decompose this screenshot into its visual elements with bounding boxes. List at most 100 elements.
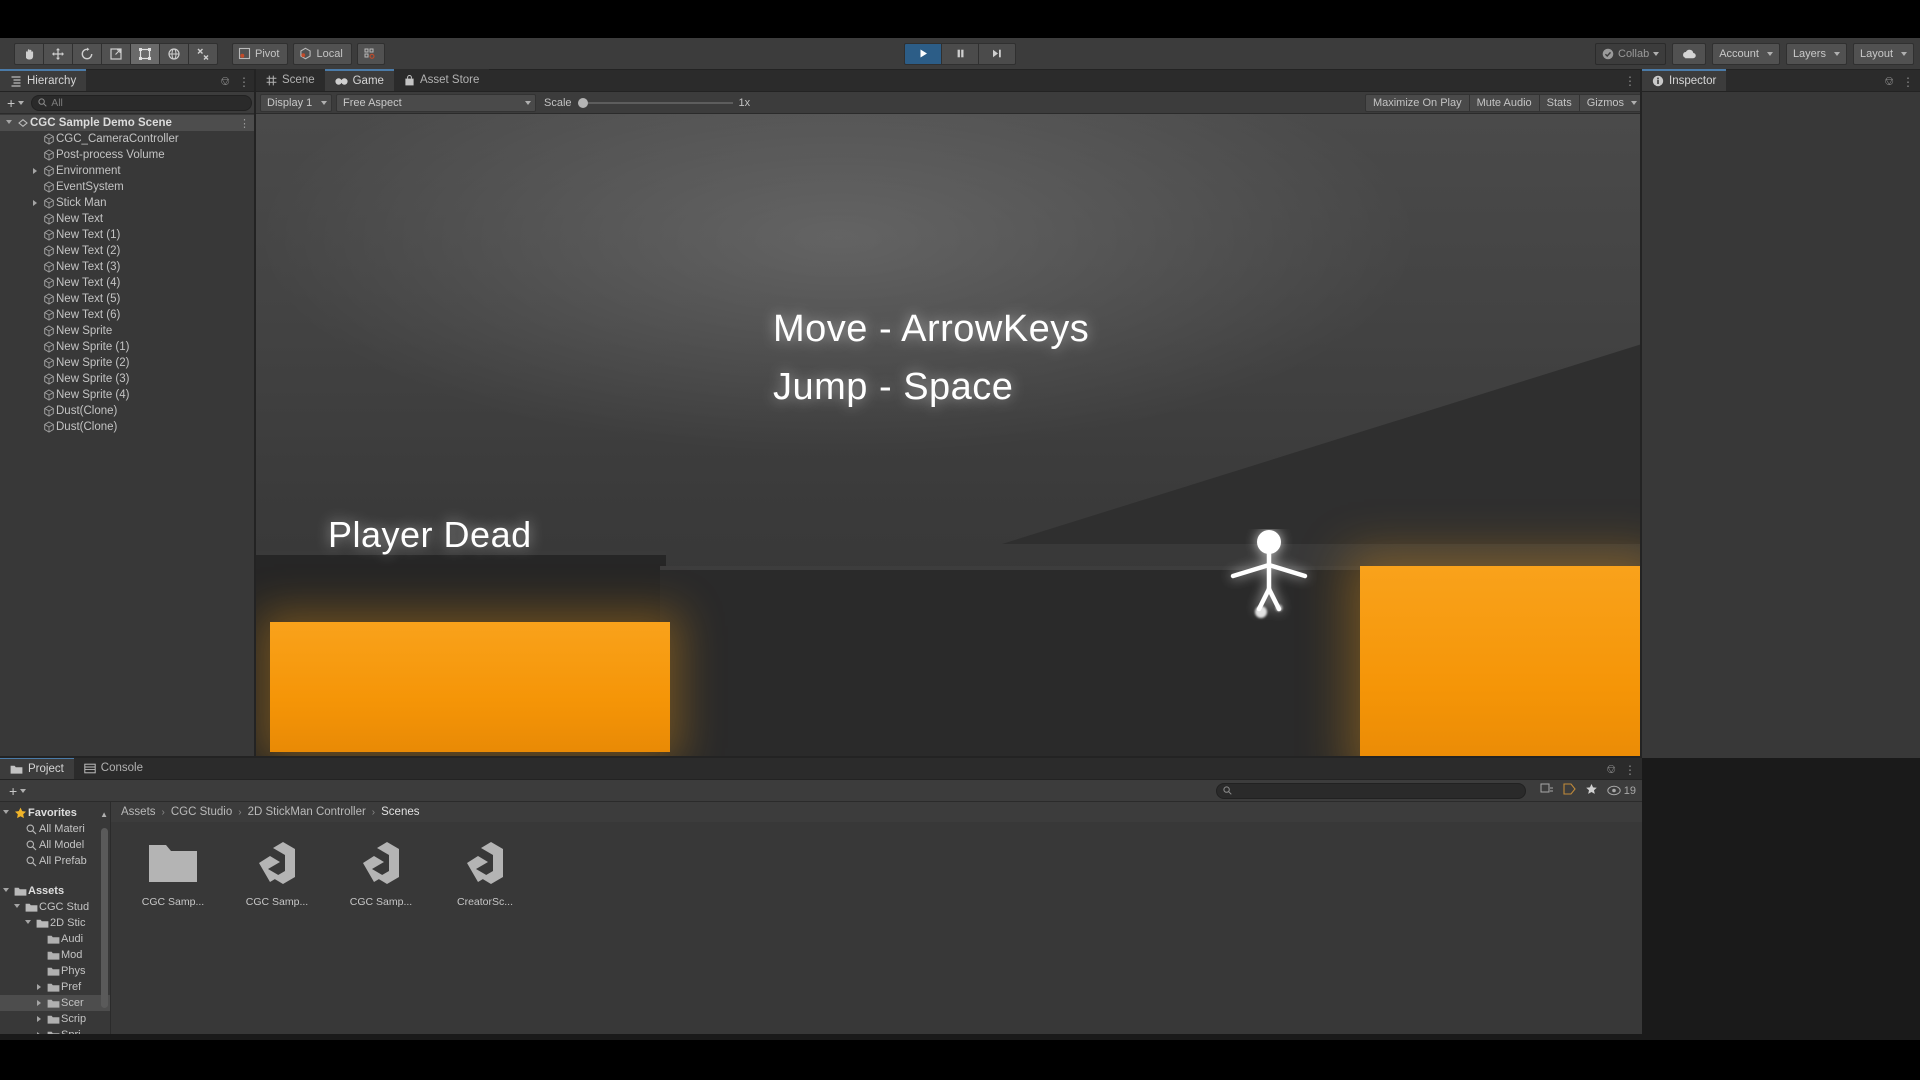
gizmos-dropdown[interactable]: Gizmos: [1578, 93, 1642, 112]
tab-hierarchy[interactable]: Hierarchy: [0, 69, 87, 91]
rect-tool-button[interactable]: [130, 42, 160, 65]
kebab-menu-icon[interactable]: ⋮: [1624, 763, 1636, 777]
expander[interactable]: [2, 119, 15, 127]
rotate-tool-button[interactable]: [72, 42, 102, 65]
scale-tool-button[interactable]: [101, 42, 131, 65]
mute-audio-toggle[interactable]: Mute Audio: [1468, 93, 1540, 112]
lock-icon[interactable]: ⎊: [1884, 74, 1894, 89]
hierarchy-item[interactable]: New Sprite (4): [0, 387, 256, 403]
transform-tool-button[interactable]: [159, 42, 189, 65]
tab-project[interactable]: Project: [0, 757, 74, 779]
kebab-menu-icon[interactable]: ⋮: [1624, 74, 1636, 88]
expander[interactable]: [22, 919, 34, 927]
kebab-menu-icon[interactable]: ⋮: [239, 117, 250, 130]
breadcrumb-item[interactable]: Assets: [121, 806, 156, 818]
breadcrumb-item[interactable]: Scenes: [381, 806, 419, 818]
hierarchy-item[interactable]: EventSystem: [0, 179, 256, 195]
tab-scene[interactable]: Scene: [256, 69, 325, 91]
hierarchy-item[interactable]: New Sprite (1): [0, 339, 256, 355]
move-tool-button[interactable]: [43, 42, 73, 65]
hierarchy-search-input[interactable]: All: [31, 94, 252, 111]
maximize-on-play-toggle[interactable]: Maximize On Play: [1364, 93, 1470, 112]
project-tree-item[interactable]: Scrip: [0, 1011, 110, 1027]
project-tree-item[interactable]: [0, 869, 110, 883]
step-button[interactable]: [978, 42, 1016, 65]
pivot-rotation-button[interactable]: Local: [293, 42, 352, 65]
project-tree-item[interactable]: Scer: [0, 995, 110, 1011]
lock-icon[interactable]: ⎊: [220, 74, 230, 89]
breadcrumb-item[interactable]: 2D StickMan Controller: [248, 806, 366, 818]
tree-scrollbar[interactable]: [101, 828, 108, 1008]
layout-menu-button[interactable]: Layout: [1852, 42, 1914, 65]
tab-asset-store[interactable]: Asset Store: [393, 69, 490, 91]
breadcrumb[interactable]: Assets › CGC Studio › 2D StickMan Controller…: [111, 802, 1642, 822]
hierarchy-item[interactable]: Post-process Volume: [0, 147, 256, 163]
expander[interactable]: [33, 984, 45, 990]
asset-item[interactable]: CGC Samp...: [343, 836, 419, 908]
project-tree-item[interactable]: All Prefab: [0, 853, 110, 869]
display-dropdown[interactable]: Display 1: [260, 93, 332, 112]
hierarchy-item[interactable]: New Sprite (2): [0, 355, 256, 371]
tab-console[interactable]: Console: [73, 757, 153, 779]
project-tree-item[interactable]: Audi: [0, 931, 110, 947]
kebab-menu-icon[interactable]: ⋮: [238, 75, 250, 89]
project-search-input[interactable]: [1215, 782, 1526, 799]
hierarchy-item[interactable]: Environment: [0, 163, 256, 179]
layers-menu-button[interactable]: Layers: [1785, 42, 1847, 65]
hierarchy-item[interactable]: New Text: [0, 211, 256, 227]
project-tree-item[interactable]: All Materi: [0, 821, 110, 837]
play-button[interactable]: [904, 42, 942, 65]
hierarchy-item[interactable]: CGC_CameraController: [0, 131, 256, 147]
account-menu-button[interactable]: Account: [1712, 42, 1780, 65]
expander[interactable]: [0, 887, 12, 895]
project-tree-item[interactable]: Favorites: [0, 805, 110, 821]
scale-slider-knob[interactable]: [577, 97, 588, 108]
asset-item[interactable]: CGC Samp...: [239, 836, 315, 908]
expander[interactable]: [33, 1000, 45, 1006]
scale-slider[interactable]: [577, 97, 733, 108]
hierarchy-item[interactable]: CGC Sample Demo Scene ⋮: [0, 115, 256, 131]
create-asset-button[interactable]: +: [6, 783, 29, 799]
project-tree-item[interactable]: Pref: [0, 979, 110, 995]
hierarchy-item[interactable]: New Text (1): [0, 227, 256, 243]
breadcrumb-item[interactable]: CGC Studio: [171, 806, 232, 818]
divider-game-project[interactable]: [0, 756, 1642, 758]
hierarchy-item[interactable]: New Text (2): [0, 243, 256, 259]
cloud-services-button[interactable]: [1672, 42, 1707, 65]
lock-icon[interactable]: ⎊: [1606, 762, 1616, 777]
hierarchy-item[interactable]: New Text (6): [0, 307, 256, 323]
hierarchy-item[interactable]: Stick Man: [0, 195, 256, 211]
hierarchy-item[interactable]: New Text (3): [0, 259, 256, 275]
asset-grid[interactable]: CGC Samp... CGC Samp... CGC Samp... Creator…: [111, 822, 1642, 1040]
asset-item[interactable]: CreatorSc...: [447, 836, 523, 908]
stats-toggle[interactable]: Stats: [1538, 93, 1580, 112]
project-tree-item[interactable]: 2D Stic: [0, 915, 110, 931]
expander[interactable]: [28, 200, 41, 206]
project-tree-item[interactable]: Mod: [0, 947, 110, 963]
filter-by-label-icon[interactable]: [1563, 783, 1576, 798]
aspect-dropdown[interactable]: Free Aspect: [336, 93, 536, 112]
hierarchy-item[interactable]: New Text (5): [0, 291, 256, 307]
project-tree-item[interactable]: CGC Stud: [0, 899, 110, 915]
pivot-mode-button[interactable]: Pivot: [232, 42, 289, 65]
divider-hierarchy-game[interactable]: [254, 70, 256, 758]
custom-editor-tool-button[interactable]: [188, 42, 218, 65]
hierarchy-list[interactable]: CGC Sample Demo Scene ⋮ CGC_CameraControll…: [0, 114, 256, 780]
hierarchy-item[interactable]: Dust(Clone): [0, 403, 256, 419]
hierarchy-item[interactable]: New Sprite (3): [0, 371, 256, 387]
expander[interactable]: [33, 1016, 45, 1022]
project-tree-item[interactable]: Phys: [0, 963, 110, 979]
hierarchy-item[interactable]: New Sprite: [0, 323, 256, 339]
expander[interactable]: [28, 168, 41, 174]
game-render-canvas[interactable]: Move - ArrowKeys Jump - Space Player Dea…: [256, 114, 1642, 780]
favorite-star-icon[interactable]: [1585, 783, 1598, 798]
collab-button[interactable]: Collab: [1595, 42, 1667, 65]
tab-inspector[interactable]: Inspector: [1642, 69, 1727, 91]
kebab-menu-icon[interactable]: ⋮: [1902, 75, 1914, 89]
project-folder-tree[interactable]: ▲ ▼ FavoritesAll MateriAll ModelAll Pref…: [0, 802, 110, 1062]
asset-item[interactable]: CGC Samp...: [135, 836, 211, 908]
tree-scroll-up-arrow[interactable]: ▲: [100, 810, 108, 819]
project-tree-item[interactable]: All Model: [0, 837, 110, 853]
hierarchy-item[interactable]: Dust(Clone): [0, 419, 256, 435]
project-tree-item[interactable]: Assets: [0, 883, 110, 899]
